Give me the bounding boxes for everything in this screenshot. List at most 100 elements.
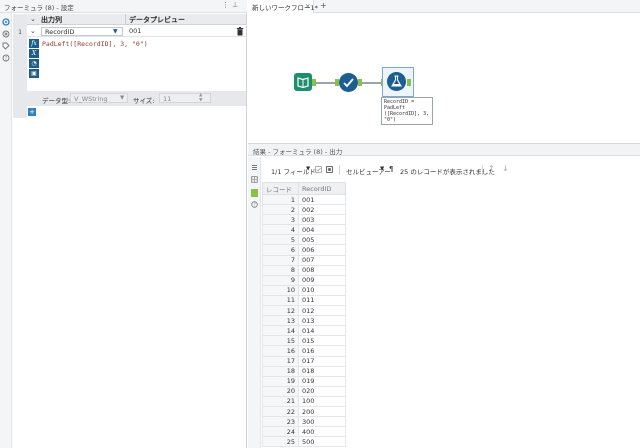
table-icon[interactable] xyxy=(251,176,258,183)
recordid-cell[interactable]: 006 xyxy=(298,244,346,256)
table-row[interactable]: 1 001 xyxy=(262,193,346,206)
recordid-cell[interactable]: 200 xyxy=(298,405,346,418)
tool-annotation[interactable]: RecordID = PadLeft ([RecordID], 3, "0") xyxy=(381,97,433,125)
recordid-column-header[interactable]: RecordID xyxy=(298,182,346,195)
row-chevron-icon[interactable]: ⌄ xyxy=(30,27,36,35)
table-row[interactable]: 5 005 xyxy=(262,234,346,246)
table-row[interactable]: 24 400 xyxy=(262,426,346,438)
output-anchor[interactable] xyxy=(358,79,362,86)
table-row[interactable]: 11 011 xyxy=(262,294,346,307)
recordid-cell[interactable]: 300 xyxy=(298,416,346,428)
table-row[interactable]: 25 500 xyxy=(262,436,346,448)
recordid-cell[interactable]: 018 xyxy=(298,365,346,377)
recordid-cell[interactable]: 003 xyxy=(298,214,346,226)
results-titlebar: 結果 - フォーミュラ (8) - 出力 xyxy=(248,143,640,156)
check-box-icon[interactable] xyxy=(315,166,322,173)
recordid-cell[interactable]: 100 xyxy=(298,395,346,407)
results-side-rail: ? xyxy=(248,157,261,448)
size-stepper-icon[interactable]: ▲ ▼ xyxy=(199,93,202,103)
tag-icon[interactable] xyxy=(2,42,10,50)
recordid-cell[interactable]: 008 xyxy=(298,264,346,276)
table-row[interactable]: 17 017 xyxy=(262,355,346,367)
recordid-cell[interactable]: 015 xyxy=(298,335,346,347)
collapse-chevron-icon[interactable]: ⌄ xyxy=(30,15,36,23)
recordid-cell[interactable]: 004 xyxy=(298,224,346,236)
tab-workflow[interactable]: 新しいワークフロー1* × xyxy=(248,0,318,13)
record-column-header[interactable]: レコード xyxy=(262,182,299,195)
table-row[interactable]: 16 016 xyxy=(262,345,346,357)
annotation-line: "0") xyxy=(384,117,397,123)
table-row[interactable]: 14 014 xyxy=(262,325,346,337)
saved-expressions-icon[interactable]: ◔ xyxy=(29,59,39,68)
tab-close-icon[interactable]: × xyxy=(305,2,310,10)
arrow-down-icon[interactable]: ↓ xyxy=(502,164,509,173)
recordid-cell[interactable]: 012 xyxy=(298,305,346,317)
workflow-canvas[interactable]: RecordID = PadLeft ([RecordID], 3, "0") xyxy=(248,14,640,142)
recordid-cell[interactable]: 011 xyxy=(298,294,346,307)
table-row[interactable]: 19 019 xyxy=(262,375,346,387)
table-row[interactable]: 7 007 xyxy=(262,254,346,266)
recordid-cell[interactable]: 019 xyxy=(298,375,346,387)
expression-text[interactable]: PadLeft([RecordID], 3, "0") xyxy=(42,40,148,48)
table-row[interactable]: 9 009 xyxy=(262,274,346,286)
pin-icon[interactable]: ⊥ xyxy=(232,1,238,9)
table-row[interactable]: 21 100 xyxy=(262,395,346,407)
new-tab-button[interactable]: + xyxy=(320,1,327,10)
data-type-select[interactable]: V_WString ▼ xyxy=(70,93,128,103)
dropdown-arrow-icon[interactable]: ▼ xyxy=(113,28,118,35)
recordid-cell[interactable]: 013 xyxy=(298,315,346,327)
close-circle-icon[interactable] xyxy=(2,30,10,38)
recordid-cell[interactable]: 017 xyxy=(298,355,346,367)
recordid-cell[interactable]: 400 xyxy=(298,426,346,438)
record-id-tool[interactable] xyxy=(339,73,358,92)
output-anchor[interactable] xyxy=(407,79,411,86)
help-icon[interactable]: ? xyxy=(251,201,258,208)
cell-viewer-arrow-icon[interactable]: ▼ xyxy=(380,166,384,172)
arrow-up-icon[interactable]: ↑ xyxy=(488,164,495,173)
recordid-cell[interactable]: 009 xyxy=(298,274,346,286)
table-row[interactable]: 23 300 xyxy=(262,416,346,428)
variables-x-icon[interactable]: X xyxy=(29,49,39,58)
table-row[interactable]: 22 200 xyxy=(262,405,346,418)
table-row[interactable]: 4 004 xyxy=(262,224,346,236)
input-data-tool[interactable] xyxy=(294,73,312,91)
table-row[interactable]: 12 012 xyxy=(262,305,346,317)
recordid-cell[interactable]: 010 xyxy=(298,284,346,296)
trash-icon[interactable] xyxy=(236,27,244,36)
table-row[interactable]: 13 013 xyxy=(262,315,346,327)
more-options-icon[interactable]: ⋮ xyxy=(222,1,229,9)
table-row[interactable]: 6 006 xyxy=(262,244,346,256)
recordid-cell[interactable]: 001 xyxy=(298,193,346,206)
recordid-cell[interactable]: 002 xyxy=(298,204,346,216)
recordid-cell[interactable]: 016 xyxy=(298,345,346,357)
recordid-cell[interactable]: 007 xyxy=(298,254,346,266)
add-formula-button[interactable]: + xyxy=(28,108,36,116)
formula-row[interactable]: ⌄ RecordID ▼ 001 xyxy=(27,26,246,37)
formula-tool[interactable] xyxy=(387,72,406,91)
gear-icon[interactable] xyxy=(2,18,10,26)
output-field-select[interactable]: RecordID ▼ xyxy=(41,27,123,36)
table-row[interactable]: 2 002 xyxy=(262,204,346,216)
output-anchor[interactable] xyxy=(312,79,316,86)
table-row[interactable]: 10 010 xyxy=(262,284,346,296)
fields-dropdown-arrow-icon[interactable]: ▼ xyxy=(306,166,310,172)
table-row[interactable]: 15 015 xyxy=(262,335,346,347)
table-row[interactable]: 18 018 xyxy=(262,365,346,377)
grid-view-icon[interactable] xyxy=(326,166,333,173)
table-row[interactable]: 3 003 xyxy=(262,214,346,226)
function-fx-icon[interactable]: fx xyxy=(29,39,39,48)
recordid-cell[interactable]: 005 xyxy=(298,234,346,246)
size-input[interactable]: 11 ▲ ▼ xyxy=(159,93,211,103)
recordid-cell[interactable]: 500 xyxy=(298,436,346,448)
recordid-cell[interactable]: 020 xyxy=(298,385,346,397)
table-row[interactable]: 8 008 xyxy=(262,264,346,276)
paragraph-icon[interactable]: ¶ xyxy=(389,165,393,173)
help-icon[interactable]: ? xyxy=(2,54,10,62)
list-icon[interactable] xyxy=(251,164,258,171)
data-view-icon[interactable] xyxy=(251,189,258,197)
recordid-cell[interactable]: 014 xyxy=(298,325,346,337)
table-row[interactable]: 20 020 xyxy=(262,385,346,397)
row-number-cell: 24 xyxy=(262,426,299,438)
data-type-arrow-icon[interactable]: ▼ xyxy=(120,95,124,101)
save-expression-icon[interactable]: ▣ xyxy=(29,69,39,78)
